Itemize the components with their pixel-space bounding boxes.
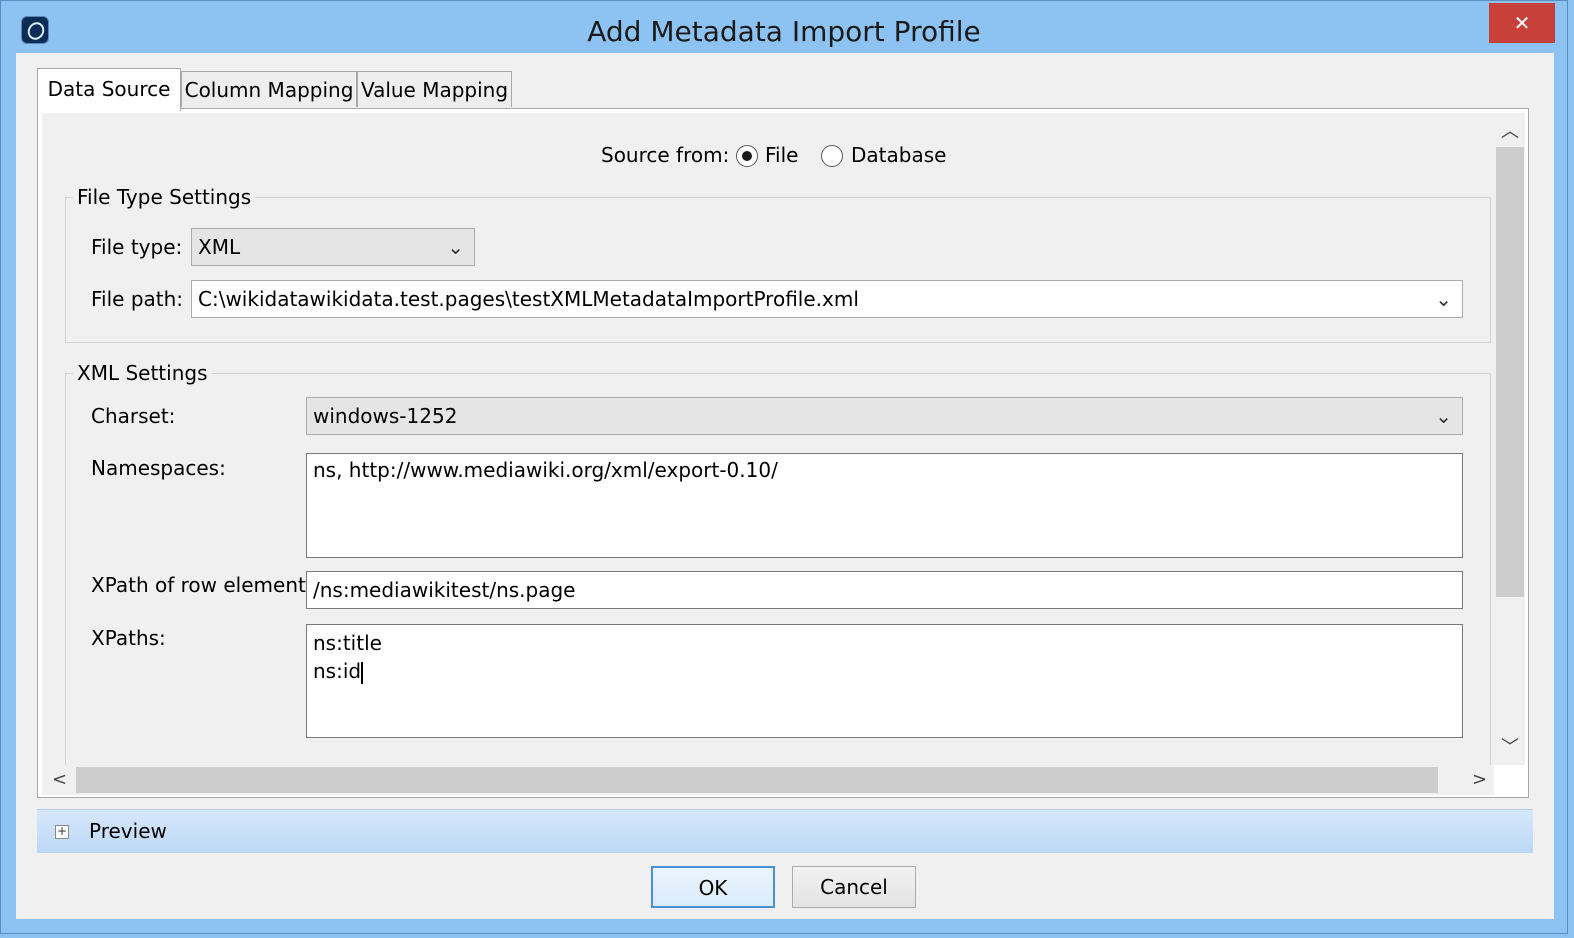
file-type-value: XML bbox=[198, 235, 241, 259]
scroll-up-icon[interactable]: ︿ bbox=[1501, 117, 1519, 143]
file-type-settings-legend: File Type Settings bbox=[73, 185, 256, 209]
namespaces-textarea[interactable]: ns, http://www.mediawiki.org/xml/export-… bbox=[306, 453, 1463, 558]
scroll-left-icon[interactable]: < bbox=[52, 769, 67, 790]
dialog-title: Add Metadata Import Profile bbox=[587, 15, 981, 48]
ok-button[interactable]: OK bbox=[651, 866, 775, 908]
database-radio[interactable] bbox=[821, 145, 843, 167]
text-caret bbox=[361, 661, 364, 684]
dialog-window: Add Metadata Import Profile ✕ Data Sourc… bbox=[0, 0, 1568, 934]
charset-value: windows-1252 bbox=[313, 404, 458, 428]
file-radio[interactable] bbox=[736, 145, 758, 167]
xpaths-line: ns:title bbox=[313, 631, 382, 655]
scroll-viewport: Source from: File Database File Type Set… bbox=[42, 113, 1494, 765]
expand-icon[interactable]: + bbox=[55, 825, 69, 839]
dialog-body: Data Source Column Mapping Value Mapping… bbox=[16, 53, 1554, 919]
xpaths-line-text: ns:id bbox=[313, 659, 362, 683]
xpaths-line: ns:id bbox=[313, 657, 1456, 685]
file-path-value: C:\wikidatawikidata.test.pages\testXMLMe… bbox=[198, 287, 859, 311]
xpaths-textarea[interactable]: ns:title ns:id bbox=[306, 624, 1463, 738]
database-radio-label[interactable]: Database bbox=[851, 143, 946, 167]
cancel-button[interactable]: Cancel bbox=[792, 866, 916, 908]
charset-select[interactable]: windows-1252 ⌄ bbox=[306, 397, 1463, 435]
charset-label: Charset: bbox=[91, 404, 176, 428]
horizontal-scrollbar[interactable]: < > bbox=[42, 765, 1494, 795]
preview-collapsible[interactable]: + Preview bbox=[37, 809, 1533, 853]
file-path-label: File path: bbox=[91, 287, 184, 311]
preview-label[interactable]: Preview bbox=[89, 819, 167, 843]
file-path-combo[interactable]: C:\wikidatawikidata.test.pages\testXMLMe… bbox=[191, 280, 1463, 318]
xml-settings-legend: XML Settings bbox=[73, 361, 212, 385]
vertical-scroll-thumb[interactable] bbox=[1496, 147, 1524, 597]
scroll-down-icon[interactable]: ﹀ bbox=[1501, 733, 1519, 759]
chevron-down-icon: ⌄ bbox=[1435, 287, 1452, 311]
file-type-label: File type: bbox=[91, 235, 183, 259]
namespaces-label: Namespaces: bbox=[91, 456, 226, 480]
tab-data-source[interactable]: Data Source bbox=[37, 68, 181, 111]
file-type-select[interactable]: XML ⌄ bbox=[191, 228, 475, 266]
file-radio-label[interactable]: File bbox=[765, 143, 798, 167]
tab-column-mapping[interactable]: Column Mapping bbox=[181, 71, 357, 107]
data-source-panel: Source from: File Database File Type Set… bbox=[37, 108, 1529, 798]
horizontal-scroll-thumb[interactable] bbox=[76, 767, 1438, 793]
source-from-label: Source from: bbox=[601, 143, 730, 167]
chevron-down-icon: ⌄ bbox=[447, 235, 464, 259]
file-type-settings-group bbox=[65, 197, 1491, 343]
xpath-row-label: XPath of row element bbox=[91, 573, 306, 597]
chevron-down-icon: ⌄ bbox=[1435, 404, 1452, 428]
close-button[interactable]: ✕ bbox=[1489, 3, 1555, 43]
tab-value-mapping[interactable]: Value Mapping bbox=[357, 71, 512, 107]
xpath-row-input[interactable]: /ns:mediawikitest/ns.page bbox=[306, 571, 1463, 609]
title-bar[interactable]: Add Metadata Import Profile ✕ bbox=[1, 1, 1567, 53]
xpaths-label: XPaths: bbox=[91, 626, 166, 650]
vertical-scrollbar[interactable]: ︿ ﹀ bbox=[1494, 113, 1525, 765]
scroll-right-icon[interactable]: > bbox=[1472, 769, 1487, 790]
